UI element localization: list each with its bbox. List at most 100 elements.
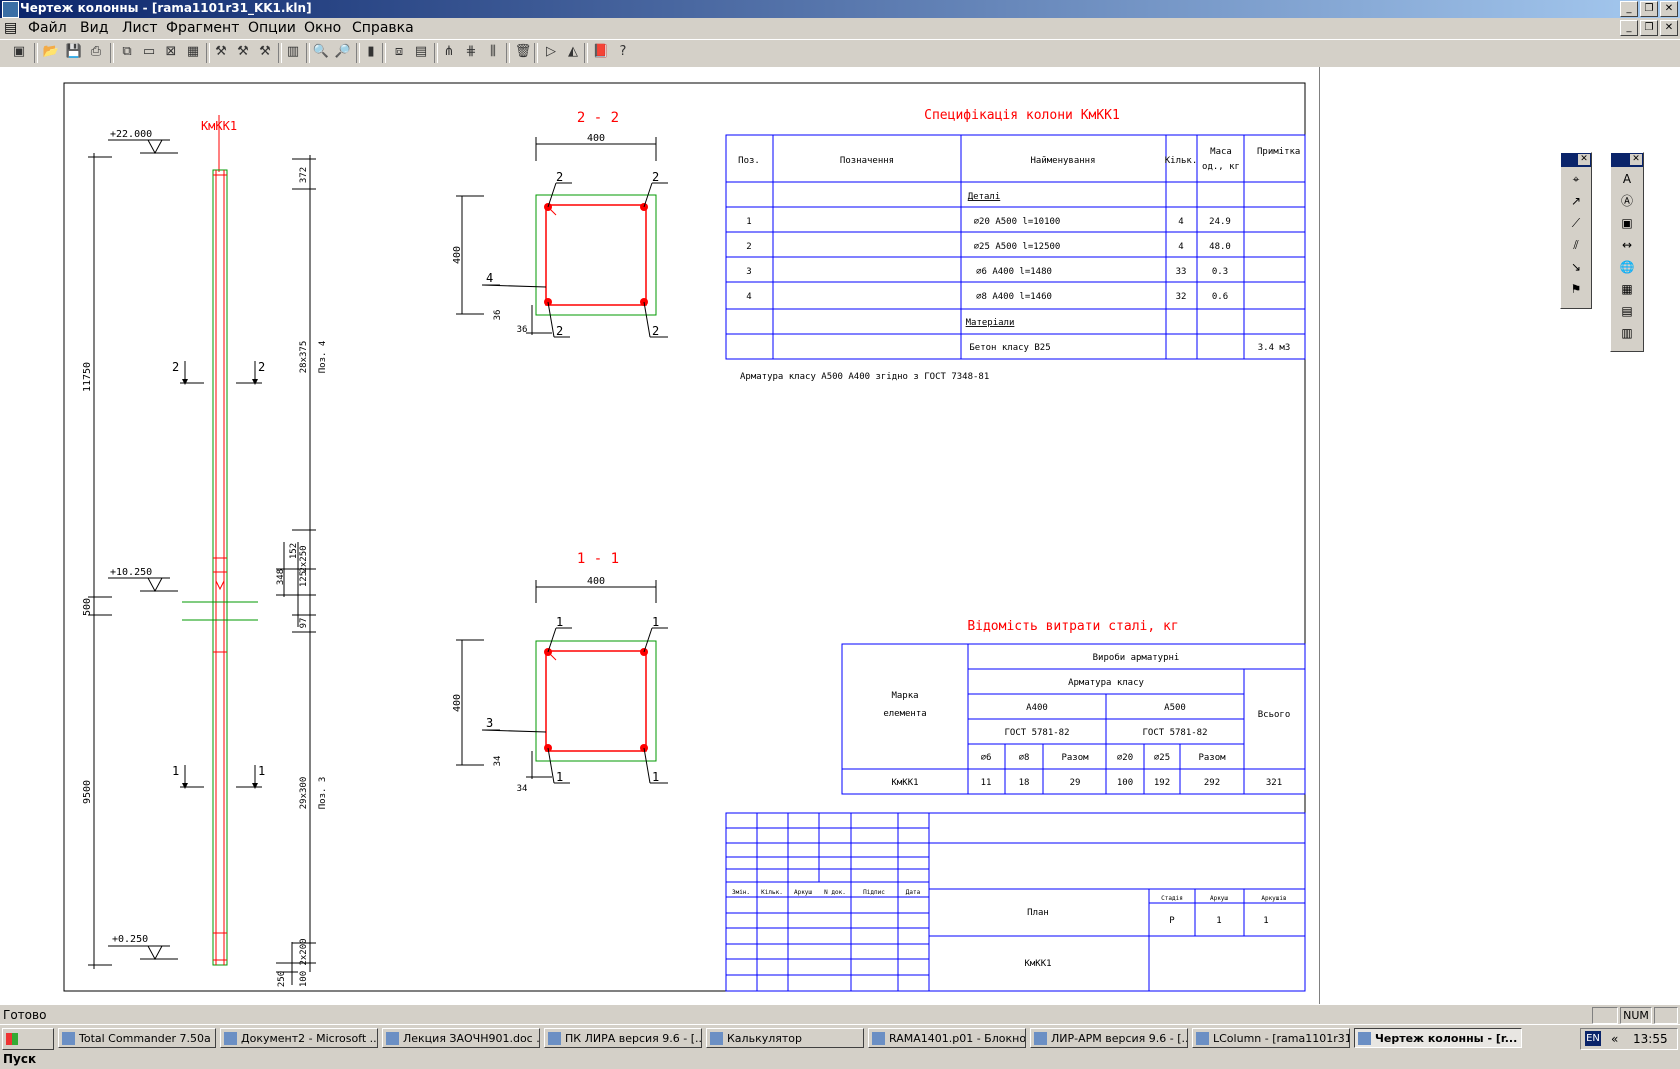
line-tool-icon[interactable]: ↗ <box>1566 191 1586 211</box>
minimize-button[interactable]: _ <box>1620 1 1638 17</box>
lcolumn-icon <box>1196 1032 1209 1045</box>
stamp-col-sign: Підпис <box>863 889 885 896</box>
menu-sheet[interactable]: Лист <box>122 20 157 36</box>
zoom-in-icon[interactable]: 🔍 <box>312 43 330 61</box>
table-insert-icon[interactable]: ▦ <box>1617 279 1637 299</box>
dim-125: 125 <box>299 571 309 587</box>
spec-concrete-note: 3.4 м3 <box>1258 343 1291 353</box>
task-column-drawing[interactable]: Чертеж колонны - [r... <box>1354 1028 1522 1048</box>
tray-expand-icon[interactable]: « <box>1611 1029 1618 1049</box>
doc-restore-button[interactable]: ❐ <box>1640 20 1658 36</box>
section11-cover-v: 34 <box>493 756 503 767</box>
language-indicator[interactable]: EN <box>1585 1031 1601 1046</box>
toolbar: ▣ 📂 💾 ⎙ ⧉ ▭ ⊠ ▦ ⚒ ⚒ ⚒ ▥ 🔍 🔎 ▮ ⧈ ▤ ⋔ ⋕ ⫼ … <box>0 39 1680 68</box>
lira-icon <box>548 1032 561 1045</box>
floppy-icon <box>62 1032 75 1045</box>
section22-stirrup-mark: 4 <box>486 271 493 285</box>
task-lira[interactable]: ПК ЛИРА версия 9.6 - [... <box>544 1028 702 1048</box>
leader-icon[interactable]: ⟋ <box>1566 213 1586 233</box>
chart-icon[interactable]: ▥ <box>284 43 302 61</box>
dim-100: 100 <box>299 971 309 987</box>
globe-icon[interactable]: 🌐 <box>1617 257 1637 277</box>
align-icon[interactable]: ⫼ <box>484 43 502 61</box>
menu-window[interactable]: Окно <box>304 20 341 36</box>
steel-sub-d6: ∅6 <box>981 753 992 763</box>
section-icon[interactable]: ⧈ <box>390 43 408 61</box>
table-icon[interactable]: ▤ <box>412 43 430 61</box>
section11-concrete <box>535 640 657 762</box>
steel-val-sum2: 292 <box>1204 778 1220 788</box>
maximize-button[interactable]: ❐ <box>1640 1 1658 17</box>
doc-icon[interactable]: ▤ <box>4 20 17 36</box>
play-icon[interactable]: ▷ <box>542 43 560 61</box>
open-icon[interactable]: 📂 <box>42 43 60 61</box>
steel-sub-sum1: Разом <box>1061 753 1089 763</box>
task-calculator[interactable]: Калькулятор <box>706 1028 864 1048</box>
steel-h-class: Арматура класу <box>1068 678 1144 688</box>
grid-icon[interactable]: ⋕ <box>462 43 480 61</box>
doc-minimize-button[interactable]: _ <box>1620 20 1638 36</box>
task-lir-arm[interactable]: ЛИР-АРМ версия 9.6 - [... <box>1030 1028 1188 1048</box>
cut-mark-2-left: 2 <box>172 360 179 374</box>
hammer-icon[interactable]: ⚒ <box>212 43 230 61</box>
arrow-tool-icon[interactable]: ↘ <box>1566 257 1586 277</box>
doc-close-button[interactable]: ✕ <box>1660 20 1678 36</box>
spec-footnote: Арматура класу А500 А400 згідно з ГОСТ 7… <box>740 372 989 382</box>
image-icon[interactable]: ▣ <box>1617 213 1637 233</box>
dimension-icon[interactable]: ↔ <box>1617 235 1637 255</box>
task-word-doc2[interactable]: Документ2 - Microsoft ... <box>220 1028 378 1048</box>
dim-9500: 9500 <box>82 780 93 804</box>
spec-details-section: Деталі <box>968 192 1001 202</box>
word-icon <box>386 1032 399 1045</box>
task-notepad[interactable]: RAMA1401.p01 - Блокнот <box>868 1028 1026 1048</box>
spec-row1-name: ∅20 A500 l=10100 <box>974 217 1061 227</box>
help-icon[interactable]: ? <box>614 43 632 61</box>
palette2-close-icon[interactable]: ✕ <box>1630 154 1642 165</box>
marker-icon[interactable]: ⚑ <box>1566 279 1586 299</box>
section22-mark-tr: 2 <box>652 170 659 184</box>
print-icon[interactable]: ⎙ <box>87 43 105 61</box>
zoom-out-icon[interactable]: 🔎 <box>334 43 352 61</box>
task-total-commander[interactable]: Total Commander 7.50a ... <box>58 1028 216 1048</box>
windows-logo-icon <box>6 1033 18 1045</box>
hatch-icon[interactable]: ⫽ <box>1566 235 1586 255</box>
dim-2x200: 2x200 <box>299 938 309 965</box>
text-icon[interactable]: A <box>1617 169 1637 189</box>
book-icon[interactable]: 📕 <box>592 43 610 61</box>
stamp-col-sheet: Аркуш <box>794 889 812 896</box>
menu-help[interactable]: Справка <box>352 20 414 36</box>
trash-icon[interactable]: 🗑 <box>514 43 532 61</box>
stamp-col-change: Змін. <box>732 889 750 896</box>
drawing-canvas[interactable]: КмКК1 +22.000 +10.250 +0.250 11750 500 9… <box>0 67 1680 1004</box>
menu-options[interactable]: Опции <box>248 20 296 36</box>
hammer-green-icon[interactable]: ⚒ <box>234 43 252 61</box>
column-icon[interactable]: ▮ <box>362 43 380 61</box>
paste-icon[interactable]: ▭ <box>140 43 158 61</box>
spec-insert-icon[interactable]: ▥ <box>1617 323 1637 343</box>
start-button[interactable]: Пуск <box>2 1028 54 1066</box>
copy-icon[interactable]: ⧉ <box>118 43 136 61</box>
rebar-icon[interactable]: ⋔ <box>440 43 458 61</box>
app-settings-icon[interactable]: ▣ <box>10 43 28 61</box>
section22-stirrup <box>545 204 647 306</box>
text-frame-icon[interactable]: Ⓐ <box>1617 191 1637 211</box>
menu-view[interactable]: Вид <box>80 20 108 36</box>
menu-fragment[interactable]: Фрагмент <box>166 20 239 36</box>
fragment-icon[interactable]: ▦ <box>184 43 202 61</box>
menu-file[interactable]: Файл <box>28 20 67 36</box>
palette-close-icon[interactable]: ✕ <box>1578 154 1590 165</box>
steel-sub-d20: ∅20 <box>1117 753 1133 763</box>
spec-row2-qty: 4 <box>1178 242 1183 252</box>
section11-stirrup <box>545 650 647 752</box>
close-button[interactable]: ✕ <box>1660 1 1678 17</box>
dim-500: 500 <box>82 598 93 616</box>
hammer-red-icon[interactable]: ⚒ <box>256 43 274 61</box>
mirror-icon[interactable]: ◭ <box>564 43 582 61</box>
delete-fragment-icon[interactable]: ⊠ <box>162 43 180 61</box>
task-word-lecture[interactable]: Лекция ЗАОЧН901.doc ... <box>382 1028 540 1048</box>
spec-title: Специфікація колони КмКК1 <box>924 108 1120 123</box>
save-icon[interactable]: 💾 <box>65 43 83 61</box>
cursor-icon[interactable]: ⌖ <box>1566 169 1586 189</box>
task-lcolumn[interactable]: LColumn - [rama1101r31... <box>1192 1028 1350 1048</box>
page-icon[interactable]: ▤ <box>1617 301 1637 321</box>
